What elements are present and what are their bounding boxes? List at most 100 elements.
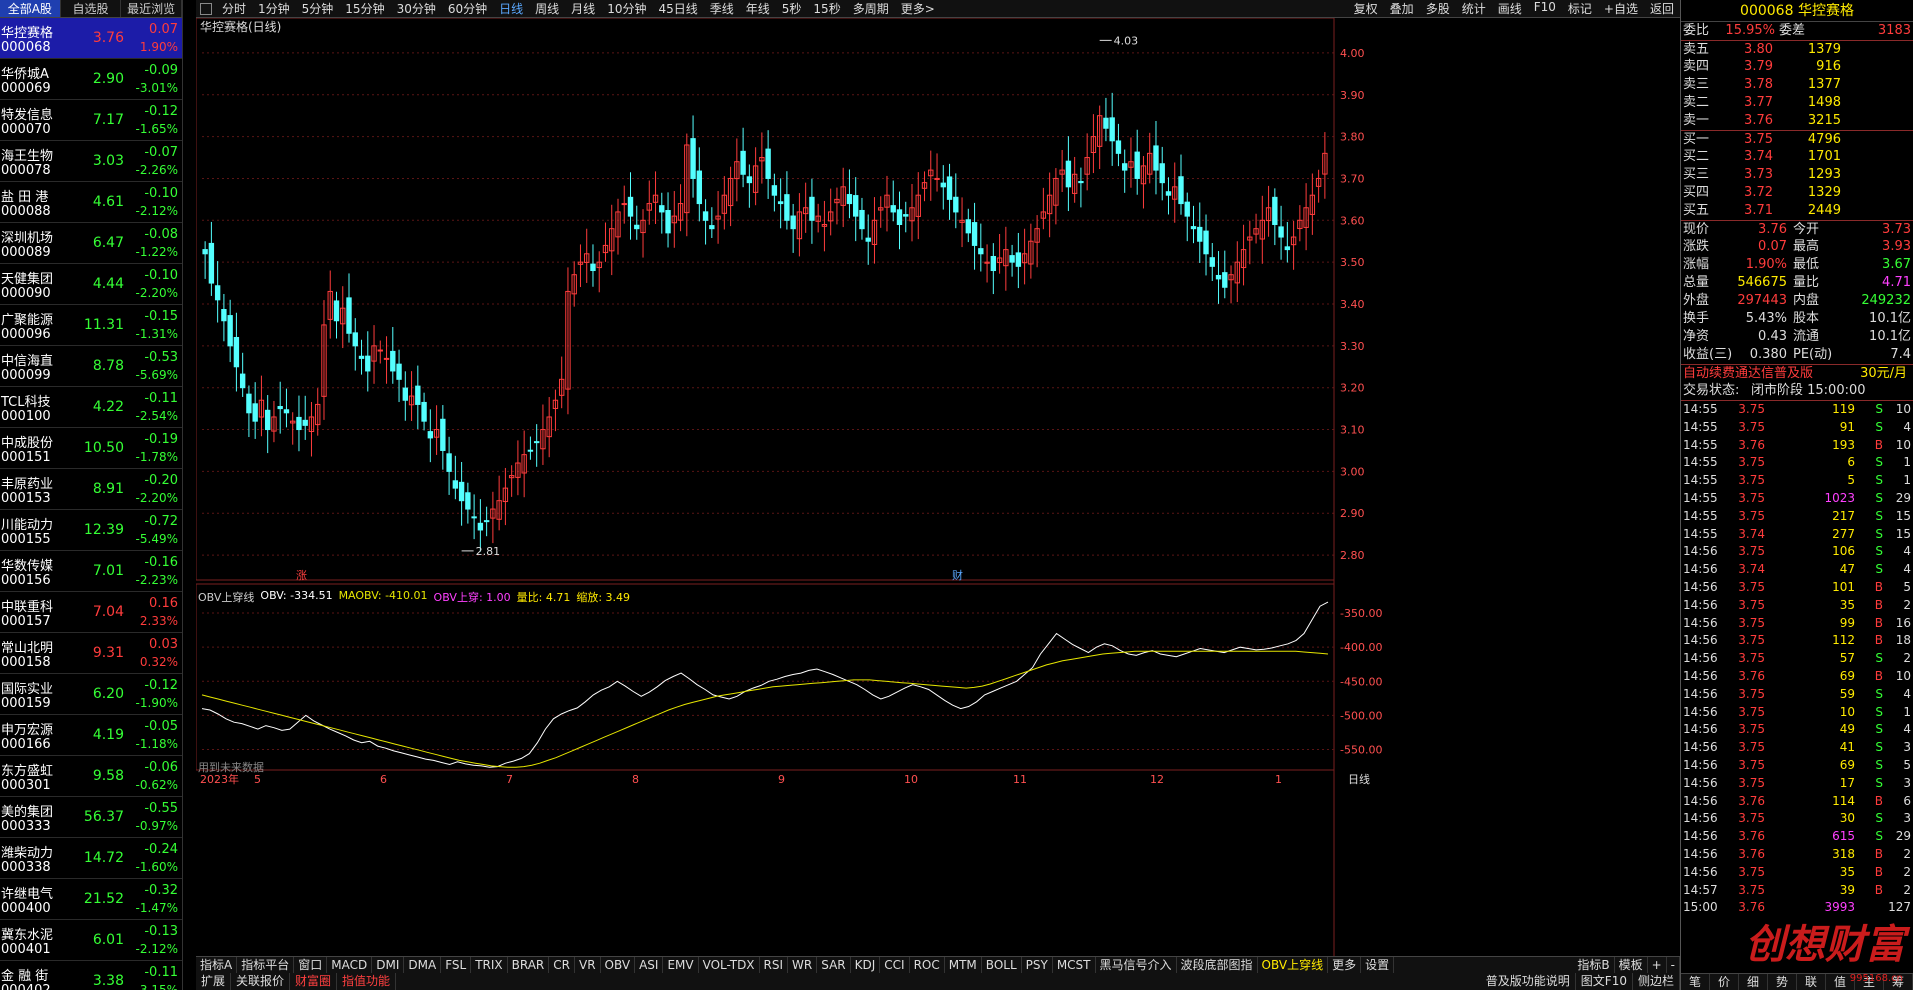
extension-tab-right[interactable]: 普及版功能说明 <box>1481 973 1576 990</box>
extension-tab[interactable]: 扩展 <box>196 973 232 990</box>
extension-tab-right[interactable]: 侧边栏 <box>1633 973 1680 990</box>
stock-row[interactable]: TCL科技 000100 4.22 -0.11 -2.54% <box>0 387 182 428</box>
period-tab[interactable]: 15分钟 <box>339 0 390 17</box>
stock-row[interactable]: 广聚能源 000096 11.31 -0.15 -1.31% <box>0 305 182 346</box>
indicator-tab[interactable]: OBV <box>601 957 636 973</box>
extension-tab[interactable]: 指值功能 <box>337 973 397 990</box>
indicator-tab[interactable]: ASI <box>635 957 664 973</box>
period-tab[interactable]: 1分钟 <box>252 0 296 17</box>
toolbar-action[interactable]: 画线 <box>1492 0 1528 17</box>
extension-tab-right[interactable]: 图文F10 <box>1576 973 1633 990</box>
stock-row[interactable]: 特发信息 000070 7.17 -0.12 -1.65% <box>0 100 182 141</box>
period-tab[interactable]: 周线 <box>529 0 565 17</box>
stock-list-tab[interactable]: 自选股 <box>61 0 122 17</box>
indicator-tab[interactable]: ROC <box>910 957 945 973</box>
stock-row[interactable]: 天健集团 000090 4.44 -0.10 -2.20% <box>0 264 182 305</box>
stock-row[interactable]: 中信海直 000099 8.78 -0.53 -5.69% <box>0 346 182 387</box>
toolbar-action[interactable]: +自选 <box>1598 0 1644 17</box>
stock-row[interactable]: 冀东水泥 000401 6.01 -0.13 -2.12% <box>0 920 182 961</box>
indicator-tab[interactable]: 波段底部图指 <box>1177 957 1258 973</box>
indicator-tab[interactable]: 窗口 <box>294 957 328 973</box>
quote-tab[interactable]: 细 <box>1739 974 1768 990</box>
period-tab[interactable]: 45日线 <box>652 0 703 17</box>
period-tab[interactable]: 分时 <box>216 0 252 17</box>
extension-tab[interactable]: 财富圈 <box>290 973 338 990</box>
stock-row[interactable]: 潍柴动力 000338 14.72 -0.24 -1.60% <box>0 838 182 879</box>
stock-row[interactable]: 美的集团 000333 56.37 -0.55 -0.97% <box>0 797 182 838</box>
indicator-tab[interactable]: MCST <box>1053 957 1096 973</box>
stock-row[interactable]: 华数传媒 000156 7.01 -0.16 -2.23% <box>0 551 182 592</box>
stock-row[interactable]: 许继电气 000400 21.52 -0.32 -1.47% <box>0 879 182 920</box>
indicator-tab-control[interactable]: 模板 <box>1615 957 1648 973</box>
period-tab[interactable]: 10分钟 <box>601 0 652 17</box>
stock-row[interactable]: 川能动力 000155 12.39 -0.72 -5.49% <box>0 510 182 551</box>
quote-tab[interactable]: 笔 <box>1681 974 1710 990</box>
period-tab[interactable]: 更多> <box>895 0 941 17</box>
indicator-tab[interactable]: KDJ <box>851 957 881 973</box>
panel-toggle-icon[interactable] <box>200 2 212 15</box>
stock-list-tab[interactable]: 最近浏览 <box>121 0 182 17</box>
indicator-tab[interactable]: 黑马信号介入 <box>1096 957 1177 973</box>
stock-row[interactable]: 国际实业 000159 6.20 -0.12 -1.90% <box>0 674 182 715</box>
period-tab[interactable]: 5分钟 <box>296 0 340 17</box>
period-tab[interactable]: 30分钟 <box>391 0 442 17</box>
extension-tab[interactable]: 关联报价 <box>231 973 291 990</box>
toolbar-action[interactable]: 统计 <box>1456 0 1492 17</box>
chart-canvas[interactable]: 2.80 2.90 3.00 3.10 3.20 3.30 3.40 3.50 3.60 3.70… <box>196 18 1680 956</box>
indicator-tab[interactable]: SAR <box>817 957 851 973</box>
indicator-tab[interactable]: EMV <box>663 957 699 973</box>
stock-row[interactable]: 深圳机场 000089 6.47 -0.08 -1.22% <box>0 223 182 264</box>
indicator-tab[interactable]: 设置 <box>1361 957 1395 973</box>
indicator-tab[interactable]: TRIX <box>471 957 508 973</box>
indicator-tab[interactable]: MTM <box>945 957 982 973</box>
indicator-tab[interactable]: CCI <box>880 957 910 973</box>
stock-row[interactable]: 丰原药业 000153 8.91 -0.20 -2.20% <box>0 469 182 510</box>
stock-row[interactable]: 盐 田 港 000088 4.61 -0.10 -2.12% <box>0 182 182 223</box>
kline-chart[interactable]: 2.80 2.90 3.00 3.10 3.20 3.30 3.40 3.50 3.60 3.70… <box>196 18 1680 968</box>
period-tab[interactable]: 5秒 <box>776 0 808 17</box>
indicator-tab[interactable]: VOL-TDX <box>699 957 760 973</box>
indicator-tab[interactable]: MACD <box>327 957 373 973</box>
toolbar-action[interactable]: 返回 <box>1644 0 1680 17</box>
stock-row[interactable]: 海王生物 000078 3.03 -0.07 -2.26% <box>0 141 182 182</box>
indicator-tab[interactable]: WR <box>788 957 818 973</box>
quote-tab[interactable]: 联 <box>1797 974 1826 990</box>
indicator-tab-control[interactable]: 指标B <box>1573 957 1615 973</box>
stock-row[interactable]: 中联重科 000157 7.04 0.16 2.33% <box>0 592 182 633</box>
indicator-tab[interactable]: PSY <box>1022 957 1053 973</box>
stock-row[interactable]: 中成股份 000151 10.50 -0.19 -1.78% <box>0 428 182 469</box>
indicator-tab[interactable]: BOLL <box>982 957 1022 973</box>
period-tab[interactable]: 多周期 <box>847 0 895 17</box>
stock-row[interactable]: 金 融 街000402 3.38 -0.11 -3.15% <box>0 961 182 990</box>
period-tab[interactable]: 年线 <box>740 0 776 17</box>
indicator-tab[interactable]: DMA <box>404 957 442 973</box>
indicator-tab[interactable]: 指标平台 <box>237 957 295 973</box>
period-tab[interactable]: 季线 <box>704 0 740 17</box>
toolbar-action[interactable]: 叠加 <box>1384 0 1420 17</box>
stock-row[interactable]: 华控赛格 000068 3.76 0.07 1.90% <box>0 18 182 59</box>
indicator-tab[interactable]: CR <box>549 957 575 973</box>
stock-list-tab[interactable]: 全部A股 <box>0 0 61 17</box>
toolbar-action[interactable]: 多股 <box>1420 0 1456 17</box>
quote-tab[interactable]: 势 <box>1768 974 1797 990</box>
stock-row[interactable]: 华侨城A 000069 2.90 -0.09 -3.01% <box>0 59 182 100</box>
indicator-tab[interactable]: RSI <box>760 957 789 973</box>
quote-tab[interactable]: 价 <box>1710 974 1739 990</box>
toolbar-action[interactable]: F10 <box>1528 0 1562 17</box>
toolbar-action[interactable]: 标记 <box>1562 0 1598 17</box>
indicator-tab-control[interactable]: + <box>1648 957 1667 973</box>
indicator-tab[interactable]: DMI <box>372 957 405 973</box>
period-tab[interactable]: 月线 <box>565 0 601 17</box>
stock-row[interactable]: 申万宏源 000166 4.19 -0.05 -1.18% <box>0 715 182 756</box>
period-tab[interactable]: 15秒 <box>807 0 846 17</box>
period-tab[interactable]: 60分钟 <box>442 0 493 17</box>
period-tab[interactable]: 日线 <box>493 0 529 17</box>
stock-row[interactable]: 东方盛虹 000301 9.58 -0.06 -0.62% <box>0 756 182 797</box>
indicator-tab[interactable]: VR <box>575 957 601 973</box>
toolbar-action[interactable]: 复权 <box>1348 0 1384 17</box>
indicator-tab[interactable]: FSL <box>441 957 472 973</box>
indicator-tab[interactable]: 更多 <box>1328 957 1362 973</box>
indicator-tab-control[interactable]: - <box>1667 957 1680 973</box>
indicator-tab[interactable]: BRAR <box>508 957 550 973</box>
indicator-tab[interactable]: OBV上穿线 <box>1258 957 1329 973</box>
